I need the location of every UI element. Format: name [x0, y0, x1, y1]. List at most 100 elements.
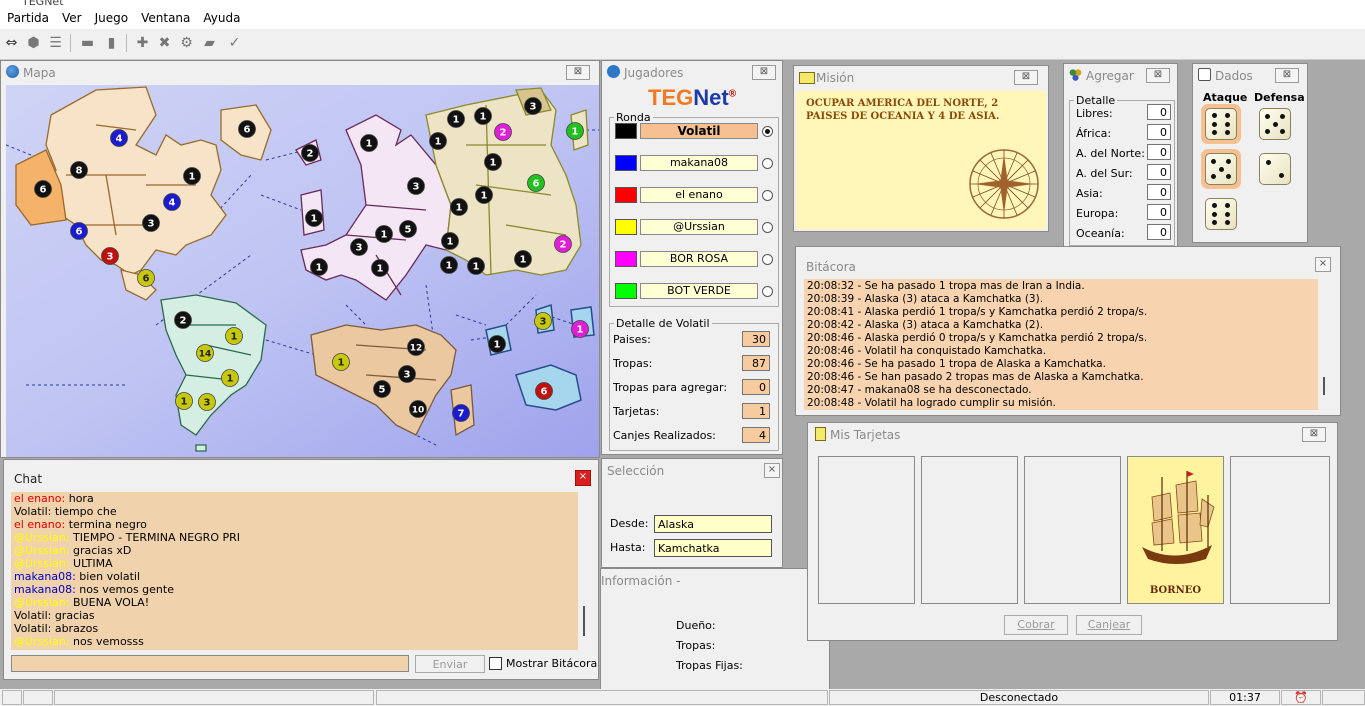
world-map[interactable]: 468614363621131 131 51 1123111611 21 11211411…: [6, 85, 599, 457]
menu-juego[interactable]: Juego: [88, 9, 135, 25]
players-close-button[interactable]: ⊠: [752, 65, 776, 80]
log-close-button[interactable]: ×: [1315, 257, 1331, 272]
chat-text: ULTIMA: [73, 557, 113, 570]
territory-marker[interactable]: 1: [429, 132, 447, 150]
territory-marker[interactable]: 6: [238, 120, 256, 138]
remove-icon[interactable]: ✖: [155, 33, 174, 52]
player-radio[interactable]: [762, 158, 773, 169]
territory-marker[interactable]: 14: [196, 344, 214, 362]
card-borneo[interactable]: BORNEO: [1127, 456, 1224, 604]
territory-marker[interactable]: 7: [452, 404, 470, 422]
territory-marker[interactable]: 2: [494, 123, 512, 141]
window1-icon[interactable]: ▬: [78, 33, 97, 52]
territory-marker[interactable]: 2: [301, 144, 319, 162]
territory-marker[interactable]: 6: [527, 174, 545, 192]
territory-marker[interactable]: 5: [399, 220, 417, 238]
card-slot-5[interactable]: [1230, 456, 1330, 604]
territory-marker[interactable]: 1: [566, 122, 584, 140]
player-radio[interactable]: [762, 126, 773, 137]
settings-icon[interactable]: ⚙: [177, 33, 196, 52]
cards-close-button[interactable]: ⊠: [1302, 427, 1326, 442]
connect-icon[interactable]: ⇔: [2, 33, 21, 52]
territory-marker[interactable]: 8: [70, 161, 88, 179]
territory-marker[interactable]: 10: [409, 400, 427, 418]
menu-partida[interactable]: Partida: [0, 9, 55, 25]
svg-text:1: 1: [473, 262, 480, 273]
territory-marker[interactable]: 3: [398, 365, 416, 383]
territory-marker[interactable]: 3: [142, 214, 160, 232]
territory-marker[interactable]: 5: [373, 380, 391, 398]
card-slot-2[interactable]: [921, 456, 1018, 604]
add-close-button[interactable]: ⊠: [1146, 68, 1170, 83]
territory-marker[interactable]: 3: [198, 393, 216, 411]
card-slot-1[interactable]: [818, 456, 915, 604]
cards-icon[interactable]: ▰: [200, 33, 219, 52]
territory-marker[interactable]: 6: [70, 222, 88, 240]
territory-marker[interactable]: 1: [175, 392, 193, 410]
to-label: Hasta:: [610, 541, 646, 554]
window2-icon[interactable]: ▮: [102, 33, 121, 52]
player-radio[interactable]: [762, 254, 773, 265]
territory-marker[interactable]: 3: [101, 247, 119, 265]
chat-close-button[interactable]: ×: [575, 470, 591, 486]
player-radio[interactable]: [762, 190, 773, 201]
send-button[interactable]: Enviar: [415, 655, 485, 673]
map-close-button[interactable]: ⊠: [566, 65, 590, 80]
add-icon[interactable]: ✚: [133, 33, 152, 52]
chat-input[interactable]: [11, 655, 409, 672]
territory-marker[interactable]: 1: [360, 134, 378, 152]
territory-marker[interactable]: 1: [310, 258, 328, 276]
territory-marker[interactable]: 1: [467, 257, 485, 275]
territory-marker[interactable]: 1: [225, 327, 243, 345]
territory-marker[interactable]: 4: [110, 129, 128, 147]
player-radio[interactable]: [762, 222, 773, 233]
player-radio[interactable]: [762, 286, 773, 297]
territory-marker[interactable]: 1: [332, 353, 350, 371]
territory-marker[interactable]: 3: [534, 312, 552, 330]
territory-marker[interactable]: 4: [163, 193, 181, 211]
selection-close-button[interactable]: ×: [764, 463, 780, 478]
territory-marker[interactable]: 12: [407, 338, 425, 356]
territory-marker[interactable]: 1: [514, 250, 532, 268]
svg-text:6: 6: [143, 274, 150, 285]
territory-marker[interactable]: 1: [221, 369, 239, 387]
territory-marker[interactable]: 1: [447, 110, 465, 128]
territory-marker[interactable]: 1: [305, 209, 323, 227]
territory-marker[interactable]: 1: [375, 225, 393, 243]
mission-close-button[interactable]: ⊠: [1014, 70, 1038, 85]
list-icon[interactable]: ☰: [46, 33, 65, 52]
menu-ver[interactable]: Ver: [55, 9, 88, 25]
territory-marker[interactable]: 1: [441, 232, 459, 250]
dice-close-button[interactable]: ⊠: [1275, 68, 1299, 83]
territory-marker[interactable]: 3: [524, 97, 542, 115]
territory-marker[interactable]: 6: [34, 180, 52, 198]
exchange-button[interactable]: Canjear: [1076, 615, 1142, 635]
check-icon[interactable]: ✓: [225, 33, 244, 52]
territory-marker[interactable]: 1: [371, 259, 389, 277]
log-scrollbar[interactable]: [1318, 279, 1332, 409]
to-field[interactable]: Kamchatka: [654, 539, 772, 557]
territory-marker[interactable]: 1: [183, 167, 201, 185]
territory-marker[interactable]: 1: [484, 153, 502, 171]
territory-marker[interactable]: 1: [571, 320, 589, 338]
menu-ayuda[interactable]: Ayuda: [196, 9, 246, 25]
die: [1255, 149, 1295, 189]
territory-marker[interactable]: 1: [450, 198, 468, 216]
territory-marker[interactable]: 1: [475, 186, 493, 204]
territory-marker[interactable]: 2: [174, 311, 192, 329]
collect-button[interactable]: Cobrar: [1004, 615, 1068, 635]
territory-marker[interactable]: 3: [350, 238, 368, 256]
territory-marker[interactable]: 6: [535, 382, 553, 400]
territory-marker[interactable]: 2: [554, 235, 572, 253]
territory-marker[interactable]: 1: [474, 107, 492, 125]
territory-marker[interactable]: 1: [488, 335, 506, 353]
card-slot-3[interactable]: [1024, 456, 1121, 604]
show-log-checkbox[interactable]: [489, 657, 502, 670]
start-icon[interactable]: ⬢: [24, 33, 43, 52]
territory-marker[interactable]: 1: [440, 256, 458, 274]
chat-scrollbar[interactable]: [578, 492, 592, 650]
territory-marker[interactable]: 3: [407, 177, 425, 195]
territory-marker[interactable]: 6: [137, 269, 155, 287]
menu-ventana[interactable]: Ventana: [134, 9, 196, 25]
from-field[interactable]: Alaska: [654, 515, 772, 533]
